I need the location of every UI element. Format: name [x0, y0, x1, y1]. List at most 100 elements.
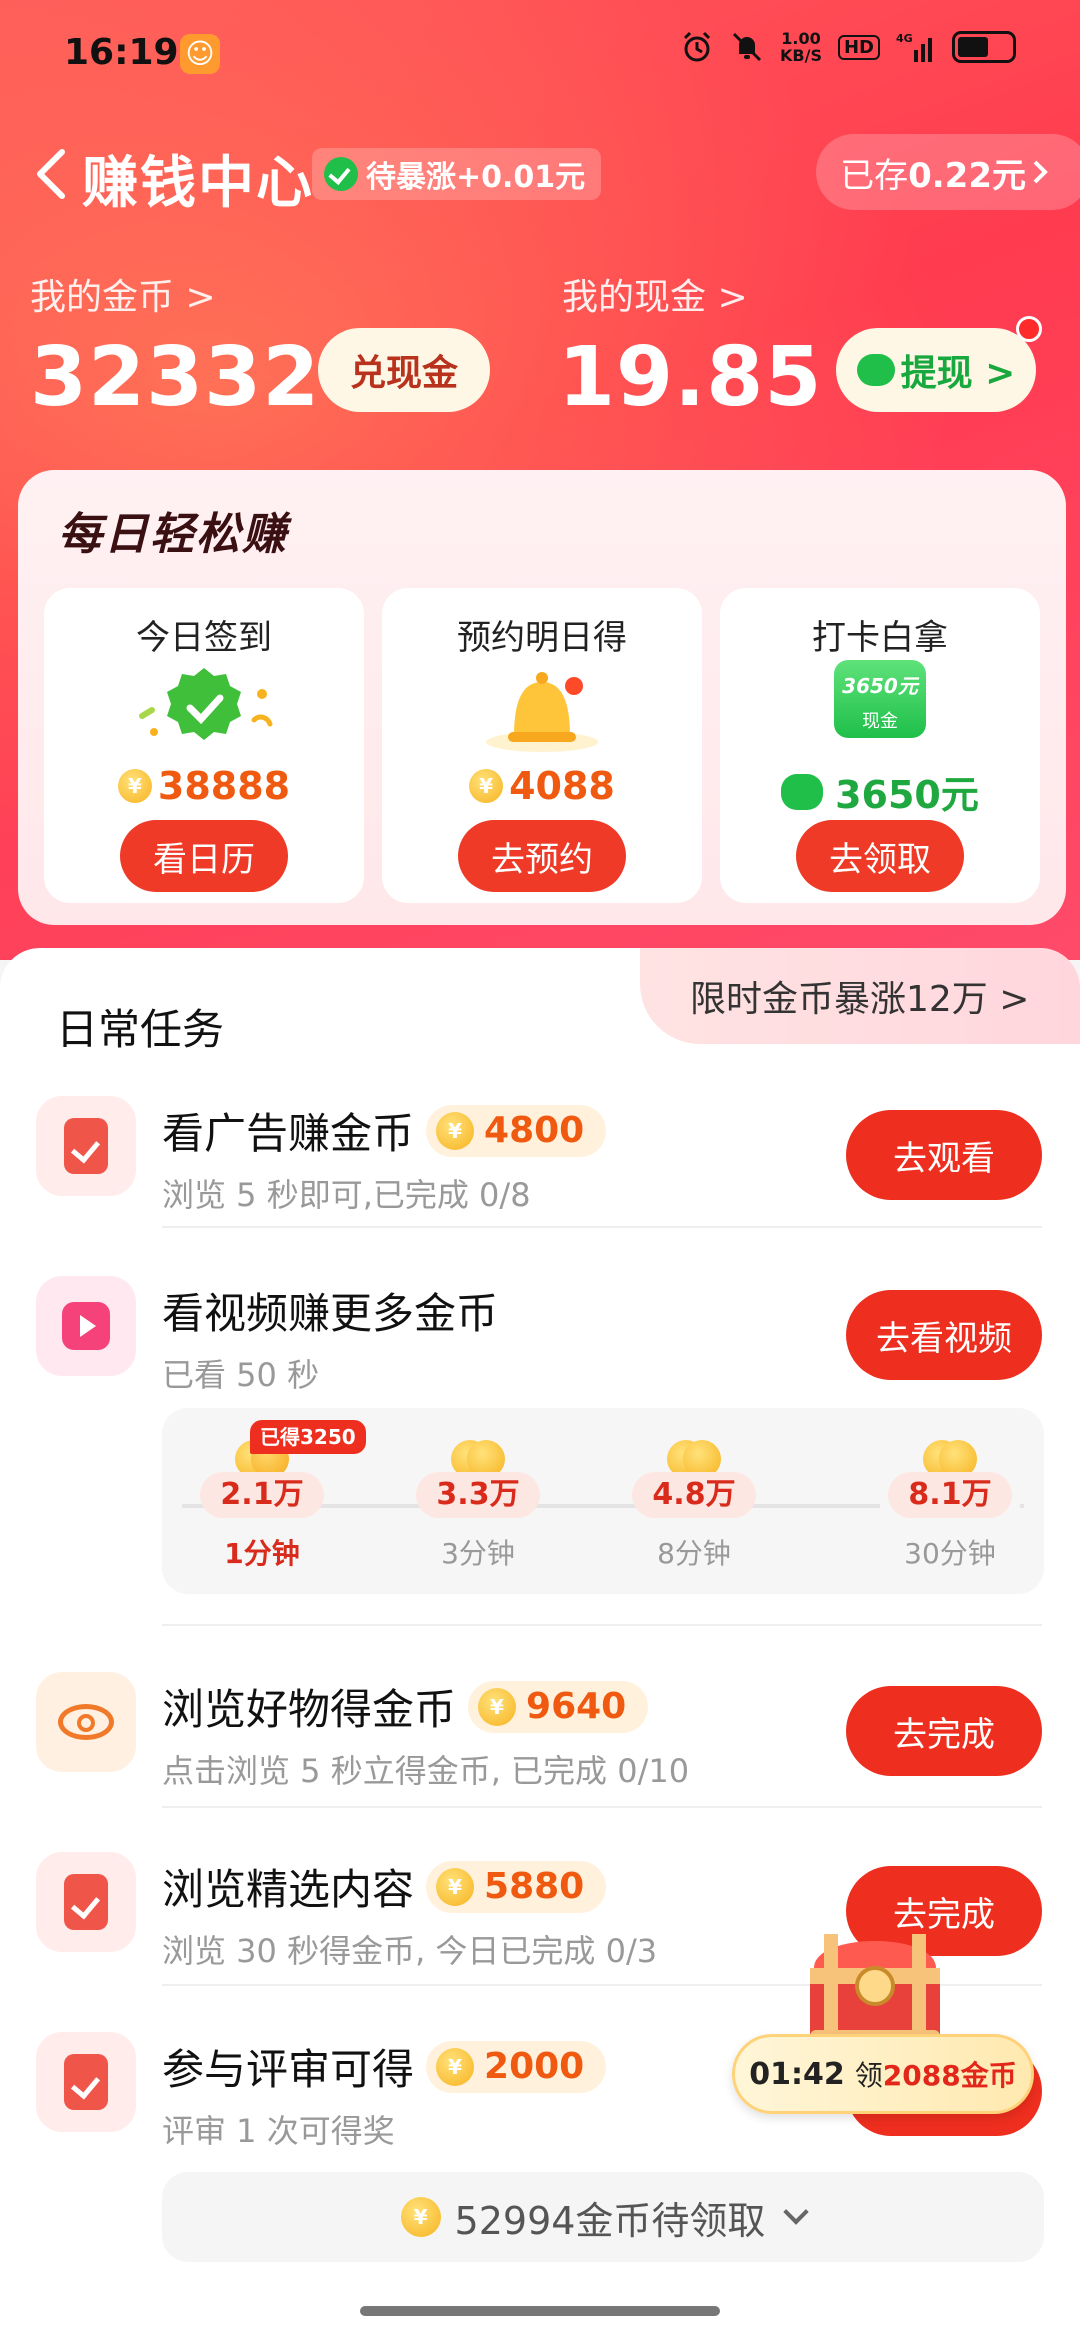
app-notification-icon: ☺: [180, 34, 220, 74]
milestone-time: 1分钟: [224, 1537, 300, 1570]
video-progress-strip: 2.1万 1分钟 已得3250 3.3万 3分钟 4.8万 8分钟 8.1万 3…: [162, 1408, 1044, 1594]
page-title: 赚钱中心: [82, 151, 314, 216]
calendar-button[interactable]: 看日历: [120, 820, 288, 892]
play-icon: [62, 1302, 110, 1350]
pending-text: 52994金币待领取: [454, 2198, 766, 2243]
milestone[interactable]: 4.8万 8分钟: [624, 1438, 764, 1572]
coin-icon: ¥: [436, 2047, 475, 2086]
task-browse-goods: 浏览好物得金币 ¥9640 点击浏览 5 秒立得金币, 已完成 0/10 去完成: [0, 1646, 1080, 1826]
battery-icon: [952, 31, 1016, 63]
reward-badge: ¥9640: [468, 1680, 649, 1733]
task-subtitle: 点击浏览 5 秒立得金币, 已完成 0/10: [162, 1752, 690, 1790]
cash-card-icon: 3650元 现金: [834, 660, 926, 738]
task-title: 看广告赚金币 ¥4800: [162, 1100, 607, 1161]
task-title: 浏览精选内容 ¥5880: [162, 1856, 607, 1917]
milestone-amount: 2.1万: [200, 1472, 324, 1518]
reserve-button[interactable]: 去预约: [458, 820, 626, 892]
divider: [162, 1806, 1042, 1808]
tile-title: 今日签到: [136, 618, 272, 658]
task-title: 浏览好物得金币 ¥9640: [162, 1676, 649, 1737]
clipboard-check-icon: [64, 2054, 108, 2110]
coin-icon: ¥: [478, 1687, 517, 1726]
claim-prefix: 领: [854, 2059, 883, 2092]
status-icons: 1.00 KB/S HD 4G: [680, 30, 1016, 64]
coins-label[interactable]: 我的金币 >: [30, 268, 216, 320]
tile-amount: 3650元: [720, 764, 1040, 819]
wechat-icon: [856, 354, 895, 386]
notification-dot: [1016, 316, 1042, 342]
task-title: 参与评审可得 ¥2000: [162, 2036, 607, 2097]
cash-value: 19.85: [558, 330, 823, 425]
tile-amount: ¥4088: [382, 764, 702, 808]
milestone-time: 3分钟: [441, 1537, 515, 1570]
coin-icon: ¥: [436, 1111, 475, 1150]
countdown: 01:42: [749, 2056, 845, 2092]
saved-prefix: 已存: [840, 155, 909, 196]
signal-icon: 4G: [896, 32, 932, 62]
clipboard-check-icon: [64, 1118, 108, 1174]
watch-video-button[interactable]: 去看视频: [846, 1290, 1042, 1380]
network-speed: 1.00 KB/S: [780, 29, 822, 65]
surge-text: 待暴涨+0.01元: [366, 160, 586, 195]
milestone-time: 8分钟: [657, 1537, 731, 1570]
cash-label[interactable]: 我的现金 >: [562, 268, 748, 320]
reward-badge: ¥4800: [426, 1104, 607, 1157]
tile-title: 打卡白拿: [812, 618, 948, 658]
promo-tab[interactable]: 限时金币暴涨12万 >: [640, 948, 1080, 1044]
svg-text:4G: 4G: [896, 32, 913, 45]
milestone-amount: 4.8万: [632, 1472, 756, 1518]
tile-amount: ¥38888: [44, 764, 364, 808]
mute-icon: [732, 32, 762, 62]
alarm-icon: [683, 31, 711, 62]
task-subtitle: 评审 1 次可得奖: [162, 2112, 395, 2150]
withdraw-button[interactable]: 提现 >: [836, 328, 1036, 412]
surge-badge: 待暴涨+0.01元: [312, 148, 602, 200]
watch-button[interactable]: 去观看: [846, 1110, 1042, 1200]
task-icon: [36, 1672, 136, 1772]
reward-badge: ¥5880: [426, 1860, 607, 1913]
claim-amount: 2088金币: [882, 2059, 1017, 2092]
punch-card-tile[interactable]: 打卡白拿 3650元 现金 3650元 去领取: [720, 588, 1040, 903]
sign-in-tile[interactable]: 今日签到 ¥38888 看日历: [44, 588, 364, 903]
hd-icon: HD: [837, 34, 880, 60]
coin-icon: ¥: [469, 769, 504, 803]
daily-title: 每日轻松赚: [58, 509, 288, 560]
home-indicator[interactable]: [360, 2306, 720, 2316]
milestone[interactable]: 3.3万 3分钟: [408, 1438, 548, 1572]
task-icon: [36, 1276, 136, 1376]
task-icon: [36, 1096, 136, 1196]
header: 赚钱中心 待暴涨+0.01元 已存 0.22元: [0, 130, 1080, 220]
milestone-time: 30分钟: [904, 1537, 996, 1570]
pending-coins-bar[interactable]: ¥ 52994金币待领取: [162, 2172, 1044, 2262]
task-watch-videos: 看视频赚更多金币 已看 50 秒 去看视频: [0, 1250, 1080, 1430]
chevron-left-icon[interactable]: [24, 144, 80, 204]
milestone[interactable]: 2.1万 1分钟: [192, 1438, 332, 1572]
bell-icon: [486, 672, 598, 752]
task-icon: [36, 2032, 136, 2132]
task-title: 看视频赚更多金币: [162, 1289, 499, 1338]
exchange-cash-button[interactable]: 兑现金: [318, 328, 490, 412]
complete-button[interactable]: 去完成: [846, 1686, 1042, 1776]
withdraw-label: 提现 >: [900, 353, 1016, 394]
claim-button[interactable]: 去领取: [796, 820, 964, 892]
status-time: 16:19: [64, 32, 179, 73]
saved-amount-pill[interactable]: 已存 0.22元: [816, 134, 1080, 210]
reserve-tile[interactable]: 预约明日得 ¥4088 去预约: [382, 588, 702, 903]
milestone[interactable]: 8.1万 30分钟: [880, 1408, 1020, 1570]
eye-icon: [58, 1704, 114, 1740]
chevron-down-icon: [783, 2199, 810, 2225]
coin-icon: ¥: [400, 2197, 441, 2237]
task-subtitle: 浏览 30 秒得金币, 今日已完成 0/3: [162, 1932, 658, 1970]
divider: [162, 1226, 1042, 1228]
milestone-amount: 8.1万: [888, 1472, 1012, 1518]
coin-icon: ¥: [117, 769, 152, 803]
divider: [162, 1624, 1042, 1626]
wechat-icon: [781, 773, 824, 810]
task-subtitle: 浏览 5 秒即可,已完成 0/8: [162, 1176, 531, 1214]
checkin-badge-icon: [139, 668, 273, 740]
daily-earn-card: 每日轻松赚 今日签到 ¥38888 看日历 预约明日得 ¥4088 去预约 打卡…: [18, 470, 1066, 925]
task-subtitle: 已看 50 秒: [162, 1356, 320, 1394]
coin-icon: ¥: [436, 1867, 475, 1906]
timer-reward-pill[interactable]: 01:42 领 2088金币: [732, 2034, 1034, 2114]
milestone-amount: 3.3万: [416, 1472, 540, 1518]
